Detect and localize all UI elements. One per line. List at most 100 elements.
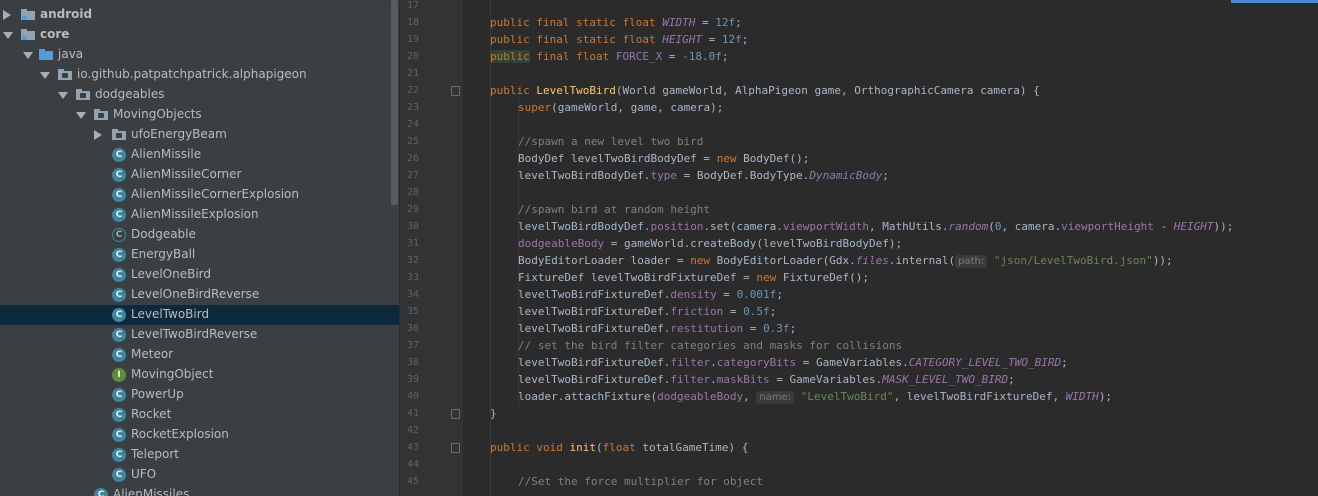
tree-item-rocket[interactable]: C Rocket	[0, 405, 399, 425]
package-folder-icon	[112, 129, 126, 140]
chevron-down-icon[interactable]	[23, 52, 33, 59]
code-line-45[interactable]: //Set the force multiplier for object	[518, 473, 763, 490]
tree-item-label: Meteor	[131, 347, 174, 361]
code-token: ;	[882, 169, 889, 182]
tree-item-package[interactable]: io.github.patpatchpatrick.alphapigeon	[0, 65, 399, 85]
tree-item-ufoenergybeam[interactable]: ufoEnergyBeam	[0, 125, 399, 145]
code-line-26[interactable]: BodyDef levelTwoBirdBodyDef = new BodyDe…	[518, 150, 809, 167]
code-line-33[interactable]: FixtureDef levelTwoBirdFixtureDef = new …	[518, 269, 869, 286]
tree-item-alienmissile[interactable]: C AlienMissile	[0, 145, 399, 165]
tree-item-rocketexplosion[interactable]: C RocketExplosion	[0, 425, 399, 445]
fold-marker-icon[interactable]	[451, 86, 460, 96]
code-line-20[interactable]: public final float FORCE_X = -18.0f;	[490, 48, 728, 65]
code-token: , levelTwoBirdFixtureDef,	[893, 390, 1066, 403]
chevron-down-icon[interactable]	[58, 92, 68, 99]
code-line-27[interactable]: levelTwoBirdBodyDef.type = BodyDef.BodyT…	[518, 167, 889, 184]
tree-item-levelonebird[interactable]: C LevelOneBird	[0, 265, 399, 285]
chevron-down-icon[interactable]	[3, 32, 13, 39]
class-icon: C	[94, 488, 108, 496]
code-line-43[interactable]: public void init(float totalGameTime) {	[490, 439, 748, 456]
code-token: categoryBits	[716, 356, 797, 369]
code-line-35[interactable]: levelTwoBirdFixtureDef.friction = 0.5f;	[518, 303, 776, 320]
tree-item-movingobject[interactable]: I MovingObject	[0, 365, 399, 385]
line-number: 25	[406, 136, 419, 147]
tree-item-powerup[interactable]: C PowerUp	[0, 385, 399, 405]
chevron-down-icon[interactable]	[40, 72, 50, 79]
tree-item-ufo[interactable]: C UFO	[0, 465, 399, 485]
chevron-right-icon[interactable]	[94, 130, 102, 140]
line-gutter: 17 18 19 20 21 22 23 24 25 26 27 28 29 30 31 32 33 34 35 36…	[400, 0, 463, 496]
tree-item-leveltwobirdreverse[interactable]: C LevelTwoBirdReverse	[0, 325, 399, 345]
tree-item-teleport[interactable]: C Teleport	[0, 445, 399, 465]
tree-item-java[interactable]: java	[0, 45, 399, 65]
code-token: (gameWorld, game, camera);	[551, 101, 724, 114]
code-token: super	[518, 101, 552, 114]
tree-item-alienmissiles[interactable]: C AlienMissiles	[0, 485, 399, 496]
code-line-30[interactable]: levelTwoBirdBodyDef.position.set(camera.…	[518, 218, 1233, 235]
code-line-18[interactable]: public final static float WIDTH = 12f;	[490, 14, 742, 31]
tree-item-label: MovingObjects	[113, 107, 202, 121]
tree-item-alienmissilecornerexplosion[interactable]: C AlienMissileCornerExplosion	[0, 185, 399, 205]
code-token: -	[1153, 220, 1174, 233]
line-number: 23	[406, 102, 419, 113]
line-number: 45	[406, 476, 419, 487]
tree-item-alienmissilecorner[interactable]: C AlienMissileCorner	[0, 165, 399, 185]
tree-item-label: LevelTwoBirdReverse	[131, 327, 258, 341]
chevron-down-icon[interactable]	[76, 112, 86, 119]
code-token: , MathUtils.	[869, 220, 949, 233]
code-token: =	[695, 16, 716, 29]
tree-item-core[interactable]: core	[0, 25, 399, 45]
code-line-38[interactable]: levelTwoBirdFixtureDef.filter.categoryBi…	[518, 354, 1068, 371]
code-token: new	[690, 254, 711, 267]
code-line-32[interactable]: BodyEditorLoader loader = new BodyEditor…	[518, 252, 1173, 269]
fold-marker-icon[interactable]	[451, 443, 460, 453]
line-number: 35	[406, 306, 419, 317]
tree-item-levelonebirdreverse[interactable]: C LevelOneBirdReverse	[0, 285, 399, 305]
tree-item-energyball[interactable]: C EnergyBall	[0, 245, 399, 265]
code-token: FixtureDef levelTwoBirdFixtureDef =	[518, 271, 757, 284]
code-token: "LevelTwoBird"	[800, 390, 894, 403]
tree-item-leveltwobird[interactable]: C LevelTwoBird	[0, 305, 399, 325]
class-icon: C	[112, 188, 126, 202]
tree-item-label: android	[40, 7, 93, 21]
module-folder-icon	[21, 29, 35, 40]
code-token: public	[490, 50, 530, 63]
code-line-40[interactable]: loader.attachFixture(dodgeableBody, name…	[518, 388, 1112, 405]
code-token: .internal(	[888, 254, 956, 267]
code-line-36[interactable]: levelTwoBirdFixtureDef.restitution = 0.3…	[518, 320, 796, 337]
code-line-34[interactable]: levelTwoBirdFixtureDef.density = 0.001f;	[518, 286, 783, 303]
fold-marker-icon[interactable]	[451, 409, 460, 419]
active-tab-indicator	[1231, 0, 1318, 3]
tree-item-dodgeables[interactable]: dodgeables	[0, 85, 399, 105]
code-line-41[interactable]: }	[490, 405, 497, 422]
code-line-39[interactable]: levelTwoBirdFixtureDef.filter.maskBits =…	[518, 371, 1015, 388]
code-line-29[interactable]: //spawn bird at random height	[518, 201, 710, 218]
code-token: final	[536, 16, 570, 29]
tree-item-label: AlienMissileExplosion	[131, 207, 259, 221]
code-line-31[interactable]: dodgeableBody = gameWorld.createBody(lev…	[518, 235, 902, 252]
code-token: 0	[994, 220, 1002, 233]
chevron-right-icon[interactable]	[3, 10, 11, 20]
class-icon: C	[112, 348, 126, 362]
line-number: 24	[406, 119, 419, 130]
code-line-37[interactable]: // set the bird filter categories and ma…	[518, 337, 902, 354]
code-line-19[interactable]: public final static float HEIGHT = 12f;	[490, 31, 748, 48]
tree-item-movingobjects[interactable]: MovingObjects	[0, 105, 399, 125]
code-line-23[interactable]: super(gameWorld, game, camera);	[518, 99, 723, 116]
tree-scrollbar[interactable]	[391, 0, 398, 205]
tree-item-alienmissileexplosion[interactable]: C AlienMissileExplosion	[0, 205, 399, 225]
code-token: final	[536, 33, 570, 46]
code-token: loader.attachFixture(	[518, 390, 658, 403]
tree-item-dodgeable[interactable]: C Dodgeable	[0, 225, 399, 245]
code-editor[interactable]: 17 18 19 20 21 22 23 24 25 26 27 28 29 30 31 32 33 34 35 36…	[400, 0, 1318, 496]
code-token: restitution	[670, 322, 744, 335]
code-line-22[interactable]: public LevelTwoBird(World gameWorld, Alp…	[490, 82, 1040, 99]
tree-item-android[interactable]: android	[0, 5, 399, 25]
code-line-25[interactable]: //spawn a new level two bird	[518, 133, 703, 150]
tree-item-meteor[interactable]: C Meteor	[0, 345, 399, 365]
code-token: static	[576, 16, 616, 29]
package-folder-icon	[76, 89, 90, 100]
code-token: //spawn a new level two bird	[518, 135, 704, 148]
